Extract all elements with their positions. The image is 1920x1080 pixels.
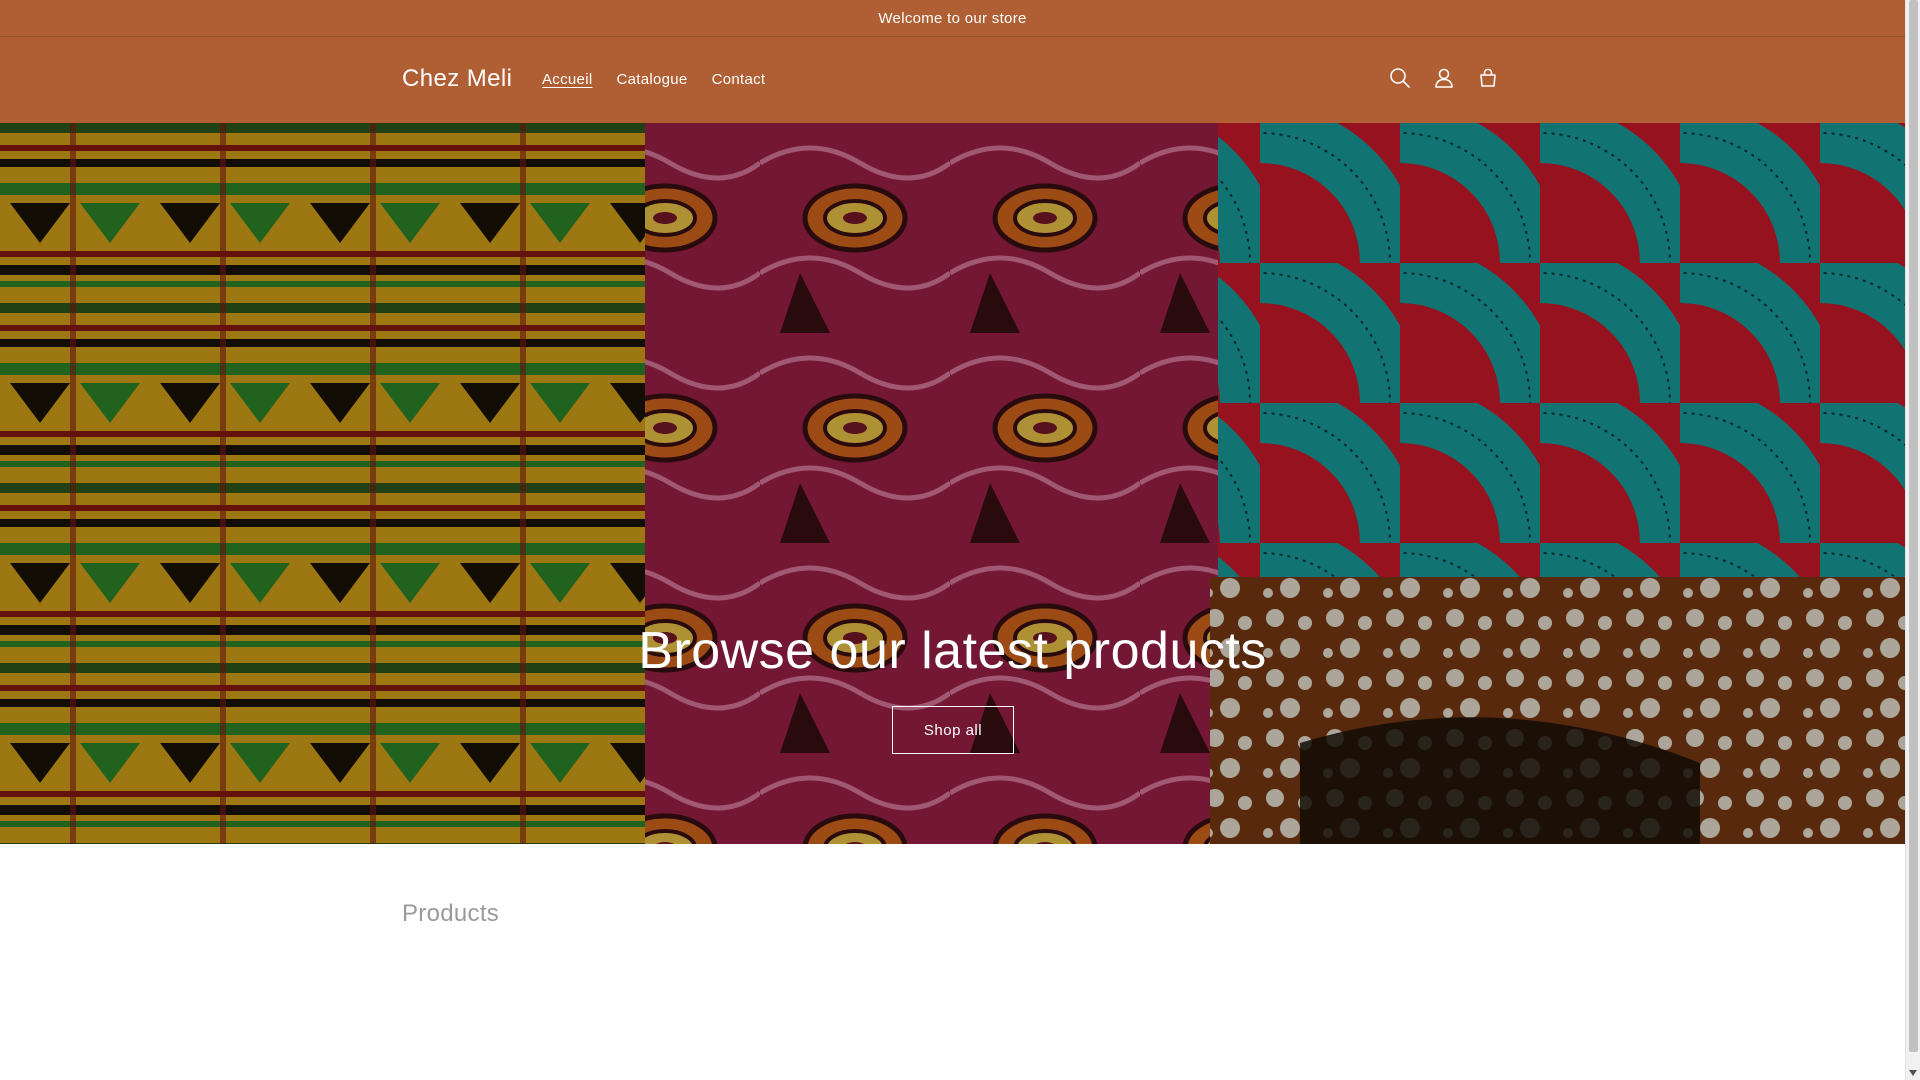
- shop-all-button[interactable]: Shop all: [892, 706, 1014, 754]
- search-button[interactable]: [1378, 63, 1422, 93]
- nav-link-contact[interactable]: Contact: [700, 70, 778, 90]
- scroll-down-arrow-icon[interactable]: [1909, 1070, 1917, 1076]
- site-header: Chez Meli Accueil Catalogue Contact: [0, 37, 1905, 123]
- page: Welcome to our store Chez Meli Accueil C…: [0, 0, 1905, 1080]
- hero-banner: Browse our latest products Shop all: [0, 123, 1905, 844]
- account-button[interactable]: [1422, 63, 1466, 93]
- cart-button[interactable]: [1466, 63, 1510, 93]
- main-nav: Accueil Catalogue Contact: [530, 70, 777, 90]
- announcement-bar: Welcome to our store: [0, 0, 1905, 37]
- scrollbar-thumb[interactable]: [1909, 0, 1918, 1052]
- page-scrollbar[interactable]: [1905, 0, 1920, 1080]
- products-heading: Products: [402, 900, 500, 927]
- hero-heading: Browse our latest products: [638, 622, 1267, 680]
- account-icon: [1435, 68, 1453, 88]
- search-icon: [1390, 68, 1410, 88]
- nav-link-accueil[interactable]: Accueil: [530, 70, 604, 90]
- cart-icon: [1480, 68, 1496, 87]
- hero-content: Browse our latest products Shop all: [0, 123, 1905, 844]
- nav-link-catalogue[interactable]: Catalogue: [604, 70, 699, 90]
- announcement-text: Welcome to our store: [878, 9, 1027, 27]
- header-icons: [1378, 63, 1510, 93]
- store-logo[interactable]: Chez Meli: [402, 65, 512, 93]
